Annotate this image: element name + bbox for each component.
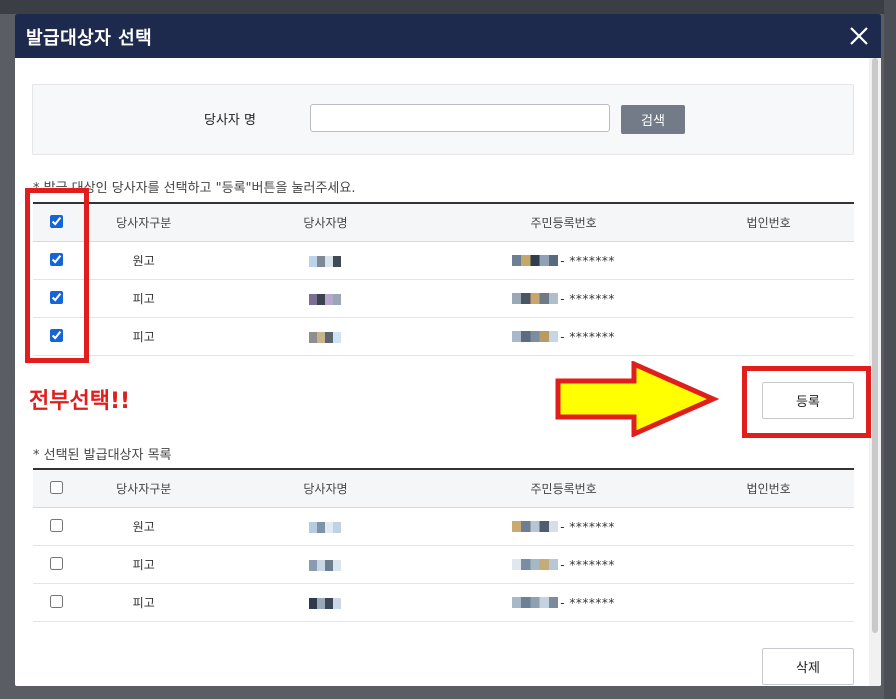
table-row[interactable]: 피고 - *******	[33, 317, 854, 356]
column-header-type: 당사자구분	[80, 468, 207, 508]
issue-target-modal: 발급대상자 선택 당사자 명 검색 * 발급 대상인 당사자를 선택하고 "등록…	[15, 14, 881, 686]
party-rrn: - *******	[443, 279, 684, 318]
row-checkbox[interactable]	[50, 594, 64, 608]
table-row[interactable]: 원고 - *******	[33, 241, 854, 280]
blurred-name	[309, 331, 342, 343]
blurred-name	[309, 597, 342, 609]
column-header-type: 당사자구분	[80, 202, 207, 242]
table-row[interactable]: 원고 - *******	[33, 507, 854, 546]
party-type: 원고	[80, 507, 207, 546]
search-panel: 당사자 명 검색	[32, 84, 854, 155]
blurred-name	[309, 559, 342, 571]
party-corp-no	[683, 545, 854, 584]
party-type: 피고	[80, 279, 207, 318]
column-header-corp-no: 법인번호	[683, 468, 854, 508]
column-header-corp-no: 법인번호	[683, 202, 854, 242]
checkbox-highlight-box	[25, 188, 89, 363]
party-name	[206, 317, 444, 356]
modal-title: 발급대상자 선택	[26, 28, 153, 49]
party-rrn: - *******	[443, 241, 684, 280]
select-all-selected-checkbox[interactable]	[50, 480, 64, 494]
party-corp-no	[683, 583, 854, 622]
party-corp-no	[683, 317, 854, 356]
party-table-header: 당사자구분 당사자명 주민등록번호 법인번호	[33, 202, 854, 242]
register-button[interactable]: 등록	[762, 382, 854, 419]
blurred-rrn	[512, 597, 559, 609]
party-name	[206, 241, 444, 280]
search-label: 당사자 명	[204, 113, 256, 128]
party-type: 피고	[80, 583, 207, 622]
select-all-annotation: 전부선택!!	[29, 389, 131, 414]
row-checkbox[interactable]	[50, 556, 64, 570]
close-button[interactable]	[843, 20, 875, 52]
party-rrn: - *******	[443, 317, 684, 356]
scrollbar-thumb[interactable]	[872, 58, 878, 633]
search-button[interactable]: 검색	[621, 105, 685, 134]
selected-table: 당사자구분 당사자명 주민등록번호 법인번호 원고 - ******* 피고 -…	[33, 468, 854, 622]
background-window-edge	[884, 0, 896, 699]
blurred-rrn	[512, 521, 559, 533]
blurred-name	[309, 521, 342, 533]
party-table: 당사자구분 당사자명 주민등록번호 법인번호 원고 - ******* 피고 -…	[33, 202, 854, 356]
party-name-search-input[interactable]	[310, 104, 610, 132]
blurred-rrn	[512, 331, 559, 343]
table-row[interactable]: 피고 - *******	[33, 583, 854, 622]
party-corp-no	[683, 279, 854, 318]
delete-button[interactable]: 삭제	[762, 648, 854, 685]
party-type: 피고	[80, 545, 207, 584]
blurred-rrn	[512, 293, 559, 305]
selected-list-title: * 선택된 발급대상자 목록	[33, 448, 172, 463]
blurred-name	[309, 255, 342, 267]
blurred-rrn	[512, 559, 559, 571]
party-type: 피고	[80, 317, 207, 356]
column-header-name: 당사자명	[206, 468, 444, 508]
party-name	[206, 583, 444, 622]
column-header-name: 당사자명	[206, 202, 444, 242]
table-row[interactable]: 피고 - *******	[33, 279, 854, 318]
row-checkbox[interactable]	[50, 518, 64, 532]
party-corp-no	[683, 241, 854, 280]
party-rrn: - *******	[443, 507, 684, 546]
selected-table-header: 당사자구분 당사자명 주민등록번호 법인번호	[33, 468, 854, 508]
party-name	[206, 279, 444, 318]
blurred-name	[309, 293, 342, 305]
party-type: 원고	[80, 241, 207, 280]
background-window-strip	[0, 0, 896, 14]
modal-header: 발급대상자 선택	[15, 14, 881, 58]
arrow-right-icon	[555, 361, 719, 437]
close-icon	[850, 27, 868, 45]
party-rrn: - *******	[443, 545, 684, 584]
party-name	[206, 545, 444, 584]
party-rrn: - *******	[443, 583, 684, 622]
blurred-rrn	[512, 255, 559, 267]
party-corp-no	[683, 507, 854, 546]
party-name	[206, 507, 444, 546]
column-header-rrn: 주민등록번호	[443, 202, 684, 242]
table-row[interactable]: 피고 - *******	[33, 545, 854, 584]
column-header-rrn: 주민등록번호	[443, 468, 684, 508]
